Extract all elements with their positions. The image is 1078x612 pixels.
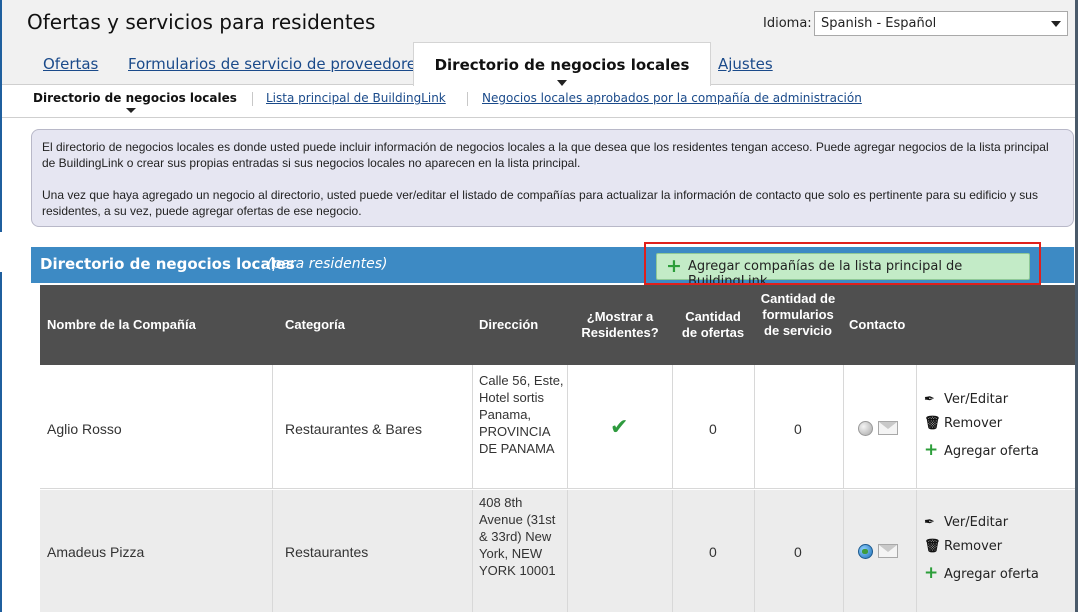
company-address: 408 8th Avenue (31st & 33rd) New York, N… (479, 495, 556, 578)
language-select[interactable]: Spanish - Español (814, 11, 1068, 36)
remove-link[interactable]: 🗑 Remover (924, 416, 1002, 431)
add-offer-link[interactable]: + Agregar oferta (924, 440, 1039, 460)
tab-directorio-negocios-label: Directorio de negocios locales (434, 56, 690, 74)
cell-divider (843, 365, 844, 489)
trash-icon: 🗑 (924, 416, 941, 431)
cell-divider (472, 365, 473, 489)
column-header-contact: Contacto (849, 317, 906, 332)
pencil-icon: ✒ (924, 392, 935, 407)
table-row: Amadeus Pizza Restaurantes 408 8th Avenu… (40, 490, 1075, 612)
cell-divider (916, 365, 917, 489)
trash-icon: 🗑 (924, 539, 941, 554)
cell-divider (472, 490, 473, 612)
highlight-annotation (644, 242, 1041, 285)
add-offer-link[interactable]: + Agregar oferta (924, 563, 1039, 583)
company-address: Calle 56, Este, Hotel sortis Panama, PRO… (479, 373, 564, 456)
cell-divider (567, 490, 568, 612)
globe-icon[interactable] (858, 544, 873, 559)
view-edit-link[interactable]: ✒ Ver/Editar (924, 515, 1008, 530)
subnav: Directorio de negocios locales Lista pri… (2, 86, 1075, 118)
subtab-directorio-label: Directorio de negocios locales (33, 91, 237, 105)
plus-icon: + (924, 563, 939, 583)
add-offer-label: Agregar oferta (944, 444, 1039, 459)
column-header-show-residents: ¿Mostrar a Residentes? (581, 309, 659, 340)
language-select-value: Spanish - Español (821, 16, 937, 31)
company-name: Amadeus Pizza (47, 544, 145, 560)
subtab-directorio[interactable]: Directorio de negocios locales (33, 91, 237, 113)
tab-directorio-negocios[interactable]: Directorio de negocios locales (413, 42, 711, 86)
remove-label: Remover (944, 539, 1003, 554)
remove-link[interactable]: 🗑 Remover (924, 539, 1002, 554)
section-subtitle: (para residentes) (267, 256, 388, 272)
subtab-negocios-aprobados[interactable]: Negocios locales aprobados por la compañ… (482, 91, 862, 105)
subnav-divider (467, 92, 468, 106)
tab-formularios-servicio[interactable]: Formularios de servicio de proveedores (128, 55, 424, 73)
add-offer-label: Agregar oferta (944, 567, 1039, 582)
section-title: Directorio de negocios locales (40, 255, 295, 273)
forms-count: 0 (794, 544, 802, 560)
cell-divider (916, 490, 917, 612)
web-disabled-icon (858, 421, 873, 436)
email-icon[interactable] (878, 421, 898, 435)
info-paragraph-1: El directorio de negocios locales es don… (42, 140, 1049, 170)
plus-icon: + (924, 440, 939, 460)
offers-count: 0 (709, 421, 717, 437)
subnav-divider (252, 92, 253, 106)
cell-divider (754, 365, 755, 489)
language-label: Idioma: (763, 16, 812, 31)
chevron-down-icon (1051, 21, 1061, 27)
view-edit-label: Ver/Editar (944, 515, 1009, 530)
forms-count: 0 (794, 421, 802, 437)
column-header-forms-count: Cantidad de formularios de servicio (760, 291, 836, 338)
cell-divider (672, 365, 673, 489)
page-title: Ofertas y servicios para residentes (27, 10, 376, 34)
subtab-lista-principal[interactable]: Lista principal de BuildingLink (266, 91, 446, 105)
company-name: Aglio Rosso (47, 421, 122, 437)
cell-divider (272, 365, 273, 489)
cell-divider (272, 490, 273, 612)
cell-divider (672, 490, 673, 612)
pencil-icon: ✒ (924, 515, 935, 530)
cell-divider (843, 490, 844, 612)
cell-divider (754, 490, 755, 612)
table-row: Aglio Rosso Restaurantes & Bares Calle 5… (40, 365, 1075, 489)
column-header-company: Nombre de la Compañía (47, 317, 196, 332)
info-box: El directorio de negocios locales es don… (31, 129, 1074, 227)
view-edit-link[interactable]: ✒ Ver/Editar (924, 392, 1008, 407)
check-icon: ✔ (610, 415, 629, 440)
info-paragraph-2: Una vez que haya agregado un negocio al … (42, 188, 1038, 218)
cell-divider (567, 365, 568, 489)
tab-ajustes[interactable]: Ajustes (718, 55, 773, 73)
table-header: Nombre de la Compañía Categoría Direcció… (40, 285, 1075, 365)
active-subtab-indicator-icon (126, 108, 136, 113)
window-left-border-gap (0, 232, 2, 272)
remove-label: Remover (944, 416, 1003, 431)
column-header-address: Dirección (479, 317, 539, 332)
tab-ofertas[interactable]: Ofertas (43, 55, 98, 73)
company-category: Restaurantes & Bares (285, 421, 422, 437)
offers-count: 0 (709, 544, 717, 560)
email-icon[interactable] (878, 544, 898, 558)
company-category: Restaurantes (285, 544, 369, 560)
column-header-offers-count: Cantidad de ofertas (681, 309, 745, 340)
view-edit-label: Ver/Editar (944, 392, 1009, 407)
column-header-category: Categoría (285, 317, 345, 332)
